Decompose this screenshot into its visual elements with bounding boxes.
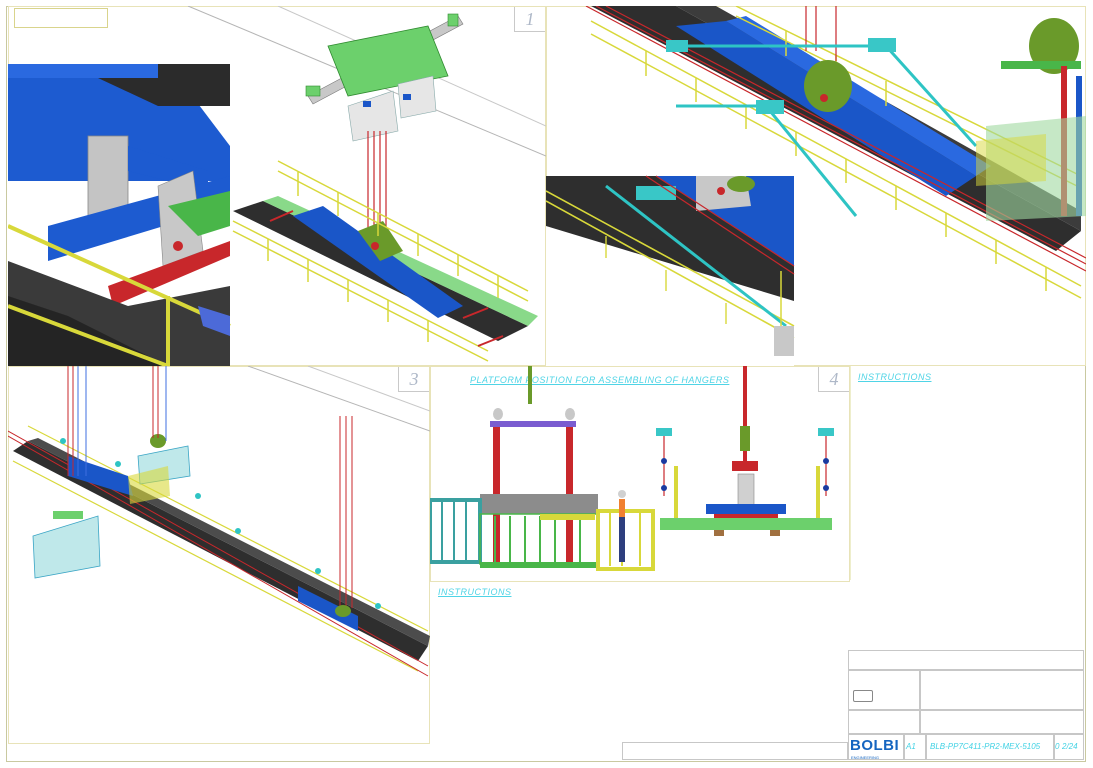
hanger-right (818, 428, 834, 496)
detail-inset-1 (8, 64, 231, 366)
hanger-left (656, 428, 672, 496)
sheet-number: 2/24 (1062, 742, 1078, 751)
panel-3-drawing (8, 366, 430, 677)
hanging-basket-1 (128, 434, 191, 504)
drawing-sheet: 1 3 4 PLATFORM POSITION FOR ASSEMBLING O… (0, 0, 1093, 768)
instructions-bottom-heading: INSTRUCTIONS (438, 587, 512, 597)
revision: 0 (1055, 742, 1060, 751)
revision-strip (622, 742, 848, 760)
hanging-basket-2 (32, 511, 101, 579)
projection-symbol (853, 690, 873, 702)
detail-inset-2 (546, 175, 795, 366)
bolbi-logo-sub: ENGINEERING (851, 755, 880, 760)
bolbi-logo: BOLBI (850, 737, 900, 754)
spreader-frame (305, 13, 464, 142)
instructions-right-area (850, 366, 1085, 580)
sheet-size: A1 (906, 742, 916, 751)
panel-4-drawing (430, 366, 834, 571)
doc-number: BLB-PP7C411-PR2-MEX-5105 (930, 742, 1041, 751)
worker-figure (618, 490, 626, 562)
panel-1-drawing (8, 6, 546, 366)
panel-2-drawing (546, 6, 1086, 366)
